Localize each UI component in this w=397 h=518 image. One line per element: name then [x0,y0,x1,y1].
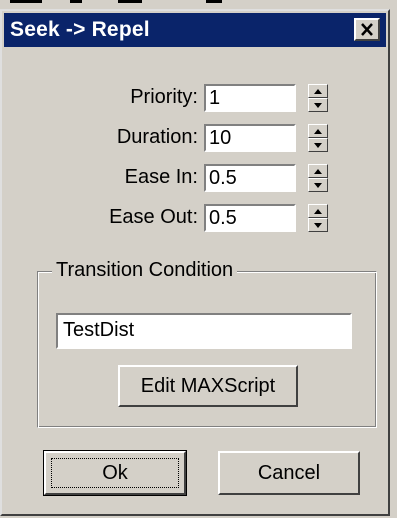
duration-input[interactable]: 10 [204,124,296,152]
background-mark [118,0,142,3]
ease-out-input[interactable]: 0.5 [204,204,296,232]
arrow-up-icon [314,208,322,214]
close-icon [361,23,373,36]
arrow-up-icon [314,128,322,134]
duration-spinner[interactable] [308,124,328,152]
priority-spinner[interactable] [308,84,328,112]
ease-out-spinner[interactable] [308,204,328,232]
spin-down-button[interactable] [308,218,328,232]
transition-condition-legend: Transition Condition [52,259,238,282]
spin-up-button[interactable] [308,124,328,138]
spin-down-button[interactable] [308,138,328,152]
background-mark [10,0,42,3]
background-mark [70,0,82,3]
focus-ring [51,458,179,488]
ease-in-label: Ease In: [124,166,198,188]
spin-up-button[interactable] [308,204,328,218]
spin-up-button[interactable] [308,164,328,178]
transition-condition-input[interactable]: TestDist [56,313,352,349]
priority-input[interactable]: 1 [204,84,296,112]
close-button[interactable] [354,18,380,41]
ease-in-spinner[interactable] [308,164,328,192]
arrow-up-icon [314,168,322,174]
ease-in-input[interactable]: 0.5 [204,164,296,192]
duration-label: Duration: [116,126,198,148]
background-mark [206,0,222,3]
arrow-down-icon [314,182,322,188]
arrow-down-icon [314,222,322,228]
cancel-button[interactable]: Cancel [218,451,360,495]
spin-up-button[interactable] [308,84,328,98]
arrow-down-icon [314,102,322,108]
ease-out-label: Ease Out: [109,206,198,228]
arrow-down-icon [314,142,322,148]
priority-label: Priority: [130,86,198,108]
edit-maxscript-button[interactable]: Edit MAXScript [118,365,298,407]
arrow-up-icon [314,88,322,94]
background-strip [0,0,397,9]
spin-down-button[interactable] [308,178,328,192]
title-bar[interactable]: Seek -> Repel [4,13,386,47]
window-title: Seek -> Repel [10,18,150,41]
ok-button[interactable]: Ok [43,450,187,496]
spin-down-button[interactable] [308,98,328,112]
seek-repel-dialog: Seek -> Repel Priority: 1 Duration: 10 E… [0,9,390,516]
